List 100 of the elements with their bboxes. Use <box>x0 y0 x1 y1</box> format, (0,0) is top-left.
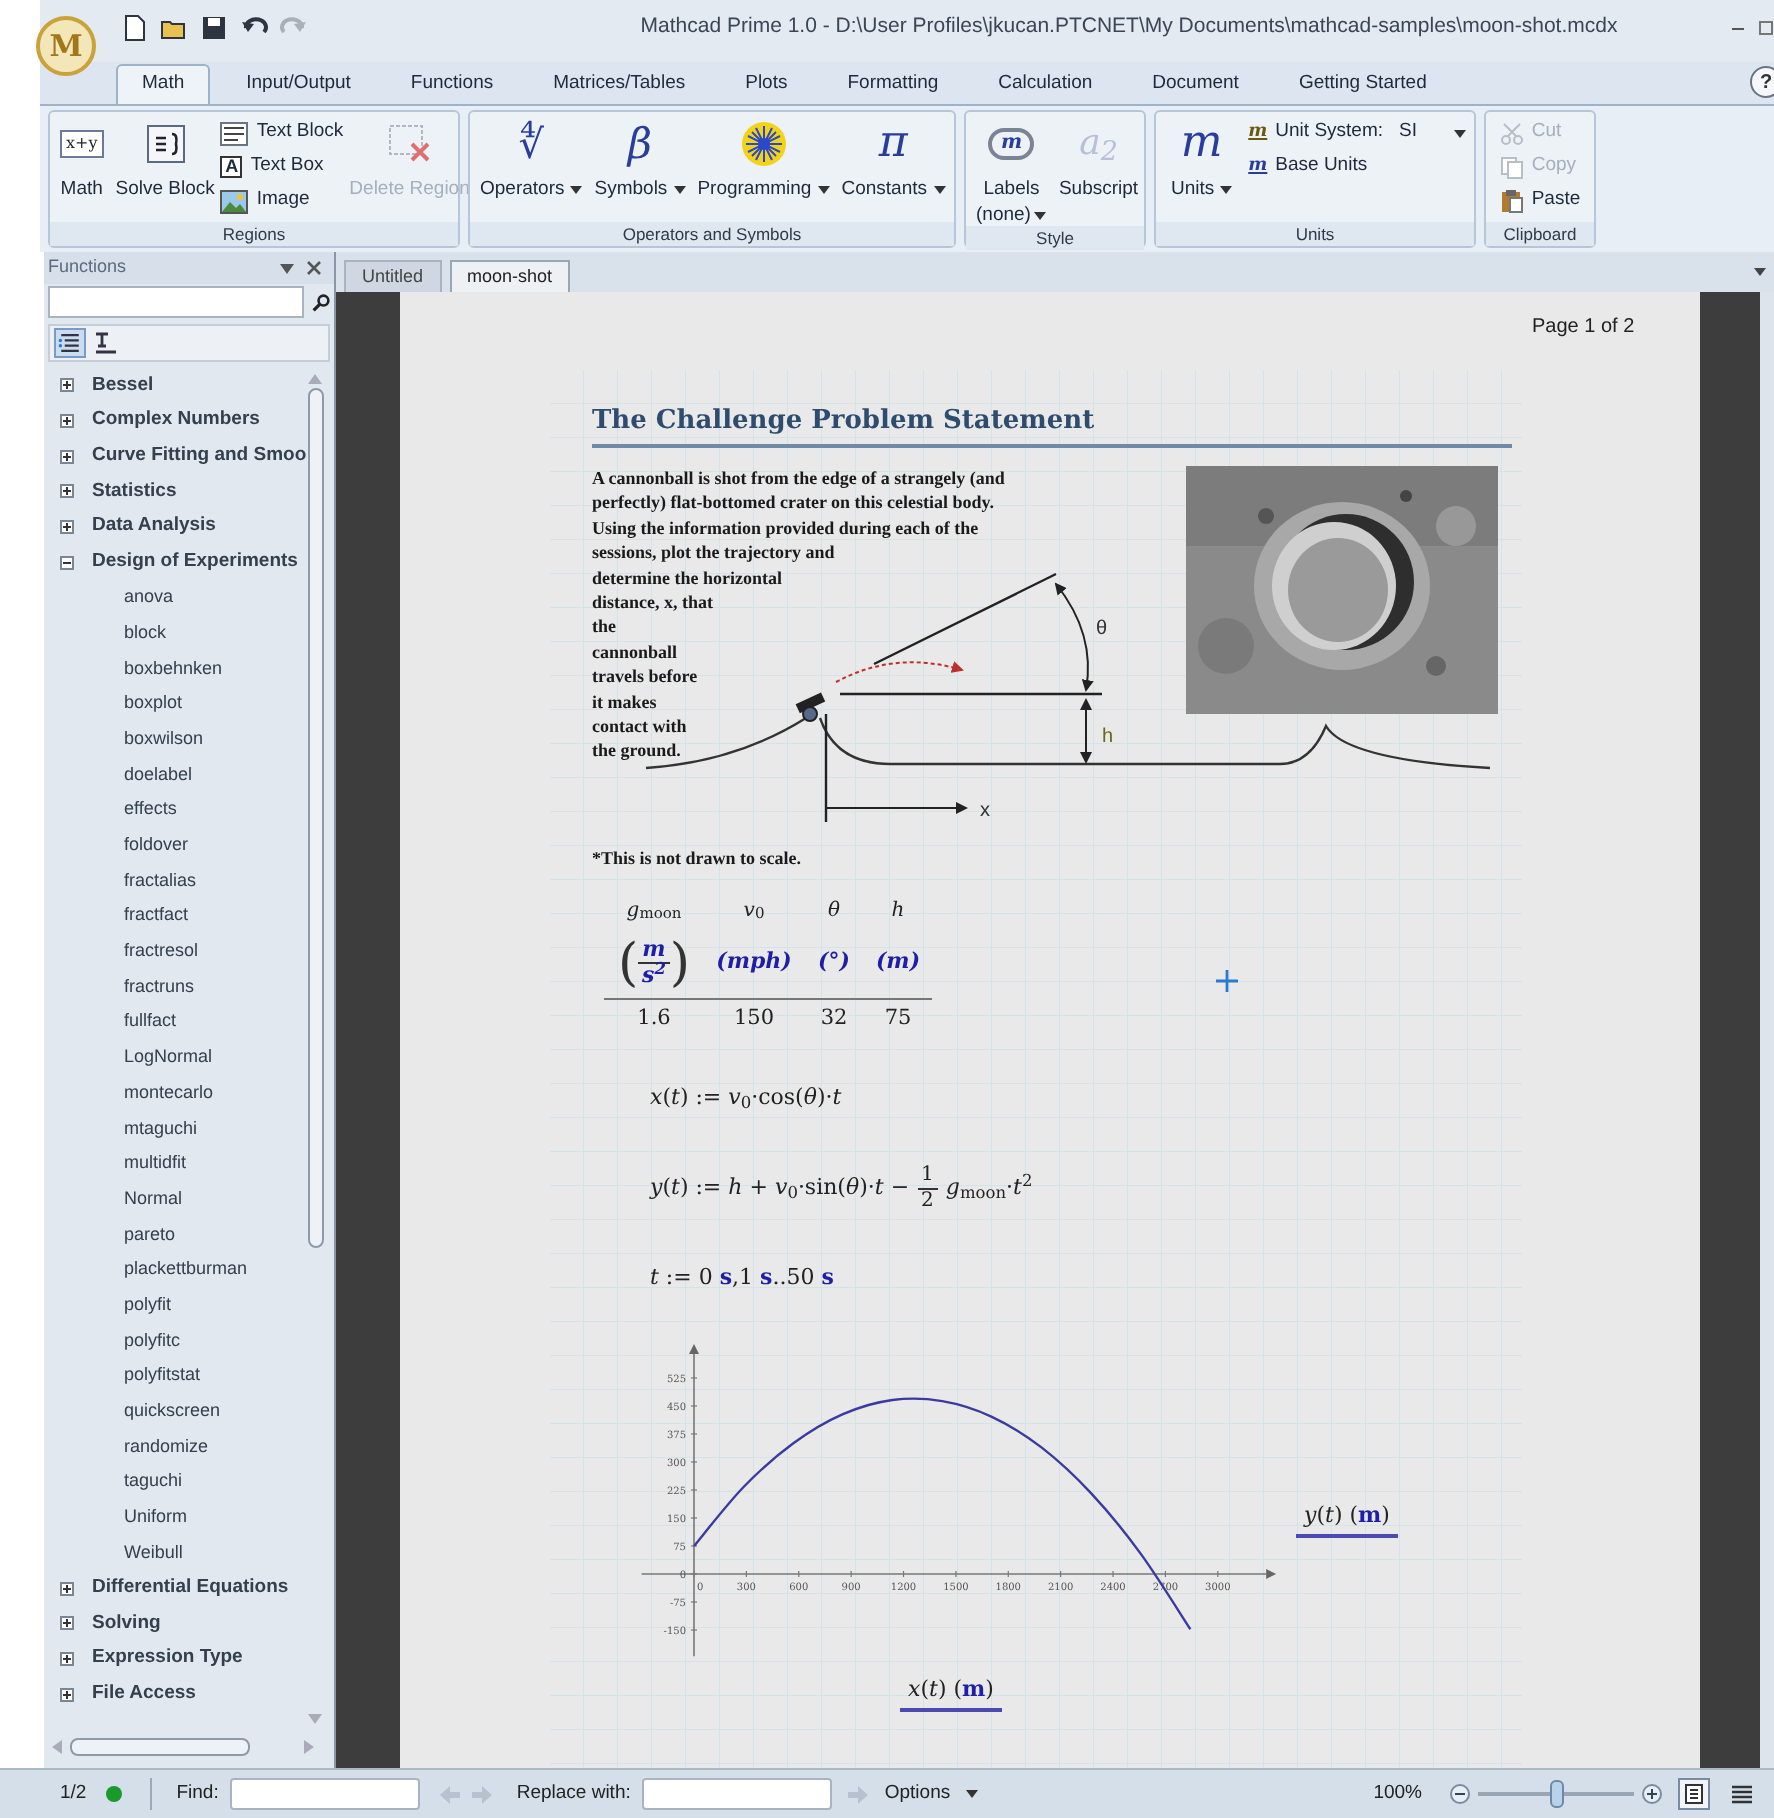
tree-item[interactable]: File Access <box>44 1676 307 1713</box>
tree-item[interactable]: Statistics <box>44 474 307 510</box>
expand-icon[interactable] <box>60 378 74 393</box>
tree-item[interactable]: Expression Type <box>44 1641 307 1677</box>
find-field[interactable] <box>230 1778 421 1810</box>
ribbon-button[interactable]: Text Block <box>220 118 344 148</box>
replace-label: Replace with: <box>516 1779 631 1808</box>
options-button[interactable]: Options <box>884 1779 979 1809</box>
zoom-out-icon[interactable] <box>1450 1784 1470 1804</box>
function-item[interactable]: foldover <box>44 827 307 864</box>
help-button[interactable]: ? <box>1750 66 1774 98</box>
ribbon-button[interactable]: π Constants <box>835 118 951 200</box>
function-item[interactable]: taguchi <box>44 1464 307 1500</box>
function-item[interactable]: Uniform <box>44 1500 307 1536</box>
function-item[interactable]: boxwilson <box>44 721 307 758</box>
function-item[interactable]: randomize <box>44 1429 307 1465</box>
ribbon-tab[interactable]: Input/Output <box>222 64 375 104</box>
function-item[interactable]: block <box>44 615 307 651</box>
save-icon[interactable] <box>200 13 228 41</box>
tree-item[interactable]: Complex Numbers <box>44 403 307 439</box>
zoom-in-icon[interactable] <box>1642 1784 1662 1804</box>
file-tab[interactable]: moon-shot <box>449 260 571 292</box>
function-item[interactable]: polyfitstat <box>44 1358 307 1394</box>
x-axis-label[interactable]: x(t) (m) <box>900 1674 1002 1711</box>
function-item[interactable]: anova <box>44 580 307 616</box>
table-cell-text: 75 <box>882 1004 914 1035</box>
ribbon-tab[interactable]: Matrices/Tables <box>529 64 710 104</box>
function-item[interactable]: Weibull <box>44 1535 307 1571</box>
caret-icon[interactable] <box>1754 268 1766 276</box>
ribbon-button[interactable]: m Unit System: SI <box>1248 118 1465 148</box>
ribbon-tab[interactable]: Math <box>116 64 211 104</box>
ribbon-button[interactable]: m Base Units <box>1248 152 1465 182</box>
expand-icon[interactable] <box>60 520 74 535</box>
search-icon[interactable] <box>312 291 330 313</box>
file-tab[interactable]: Untitled <box>344 260 442 292</box>
function-item[interactable]: quickscreen <box>44 1393 307 1430</box>
zoom-level: 100% <box>1373 1779 1422 1808</box>
function-item[interactable]: fractruns <box>44 969 307 1005</box>
function-item[interactable]: fractfact <box>44 898 307 934</box>
scrollbar-thumb[interactable] <box>307 388 324 1248</box>
expand-icon[interactable] <box>60 484 74 499</box>
function-item[interactable]: fractresol <box>44 934 307 970</box>
ribbon-button[interactable]: m Labels (none) <box>970 118 1053 226</box>
function-item[interactable]: boxplot <box>44 686 307 722</box>
column-unit: (m) <box>873 946 923 979</box>
zoom-slider[interactable] <box>1478 1780 1634 1808</box>
tree-item[interactable]: Curve Fitting and Smoo <box>44 438 307 475</box>
ribbon-tab[interactable]: Plots <box>721 64 812 104</box>
new-icon[interactable] <box>120 13 148 41</box>
expand-icon[interactable] <box>60 1652 74 1667</box>
function-item[interactable]: LogNormal <box>44 1040 307 1076</box>
expand-icon[interactable] <box>60 449 74 464</box>
ribbon-button[interactable]: β Symbols <box>588 118 692 200</box>
y-axis-label[interactable]: y(t) (m) <box>1296 1500 1398 1537</box>
function-item[interactable]: plackettburman <box>44 1252 307 1288</box>
view-toggle[interactable] <box>1678 1778 1710 1810</box>
search-field[interactable] <box>48 286 304 318</box>
ribbon-tab[interactable]: Calculation <box>974 64 1117 104</box>
tree-item[interactable]: Solving <box>44 1606 307 1642</box>
maximize-icon[interactable] <box>1758 19 1774 35</box>
view-toggle[interactable] <box>54 328 86 358</box>
ribbon-button[interactable]: Image <box>220 186 344 216</box>
ribbon-button[interactable]: A Text Box <box>220 152 344 182</box>
function-item[interactable]: multidfit <box>44 1146 307 1182</box>
expand-icon[interactable] <box>60 1616 74 1631</box>
tree-item[interactable]: Design of Experiments <box>44 544 307 581</box>
ribbon-tab[interactable]: Functions <box>386 64 518 104</box>
function-item[interactable]: Normal <box>44 1181 307 1217</box>
close-icon[interactable] <box>306 260 322 276</box>
function-item[interactable]: mtaguchi <box>44 1110 307 1147</box>
function-item[interactable]: effects <box>44 792 307 828</box>
collapse-icon[interactable] <box>60 555 74 570</box>
tree-item[interactable]: Bessel <box>44 368 307 404</box>
function-item[interactable]: fullfact <box>44 1004 307 1041</box>
ribbon-tab[interactable]: Formatting <box>823 64 963 104</box>
tree-item[interactable]: Differential Equations <box>44 1570 307 1607</box>
ribbon-tab[interactable]: Document <box>1128 64 1263 104</box>
function-item[interactable]: montecarlo <box>44 1075 307 1111</box>
list-icon <box>56 328 84 358</box>
function-item[interactable]: boxbehnken <box>44 651 307 687</box>
function-item[interactable]: fractalias <box>44 863 307 899</box>
tree-item[interactable]: Data Analysis <box>44 509 307 545</box>
expand-icon[interactable] <box>60 414 74 429</box>
ribbon-button[interactable]: m Units <box>1164 118 1239 200</box>
function-item[interactable]: doelabel <box>44 757 307 793</box>
function-item[interactable]: pareto <box>44 1217 307 1253</box>
function-item[interactable]: polyfit <box>44 1287 307 1324</box>
replace-field[interactable] <box>642 1778 833 1810</box>
ribbon-button[interactable]: Programming <box>691 118 836 200</box>
expand-icon[interactable] <box>60 1581 74 1596</box>
ribbon-button[interactable]: Paste <box>1499 186 1581 216</box>
function-item[interactable]: polyfitc <box>44 1323 307 1359</box>
ribbon-tab[interactable]: Getting Started <box>1274 64 1451 104</box>
ribbon-button[interactable]: x+y Math <box>54 118 110 200</box>
ribbon-button[interactable]: ∜ Operators <box>474 118 589 200</box>
ribbon-button[interactable]: Solve Block <box>109 118 221 200</box>
expand-icon[interactable] <box>60 1687 74 1702</box>
slider-thumb[interactable] <box>1549 1780 1563 1808</box>
caret-icon[interactable] <box>280 263 294 273</box>
scrollbar-thumb[interactable] <box>70 1737 250 1755</box>
